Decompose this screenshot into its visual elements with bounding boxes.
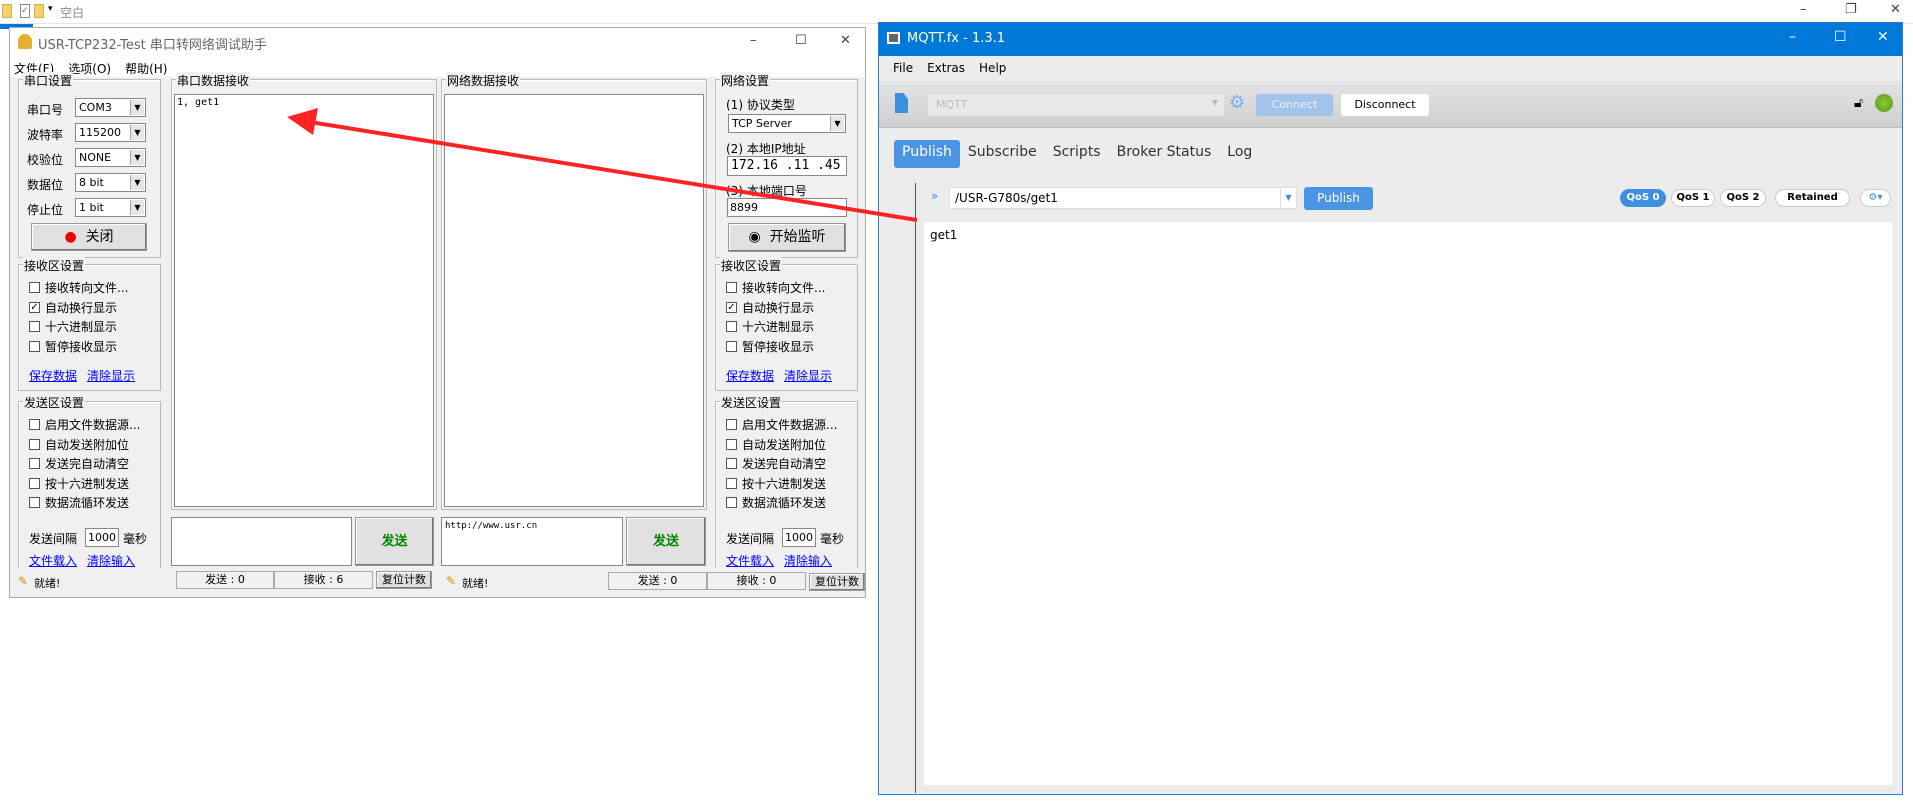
annotation-arrow	[287, 108, 918, 222]
arrow-shaft	[309, 120, 918, 222]
arrow-head	[287, 108, 318, 135]
